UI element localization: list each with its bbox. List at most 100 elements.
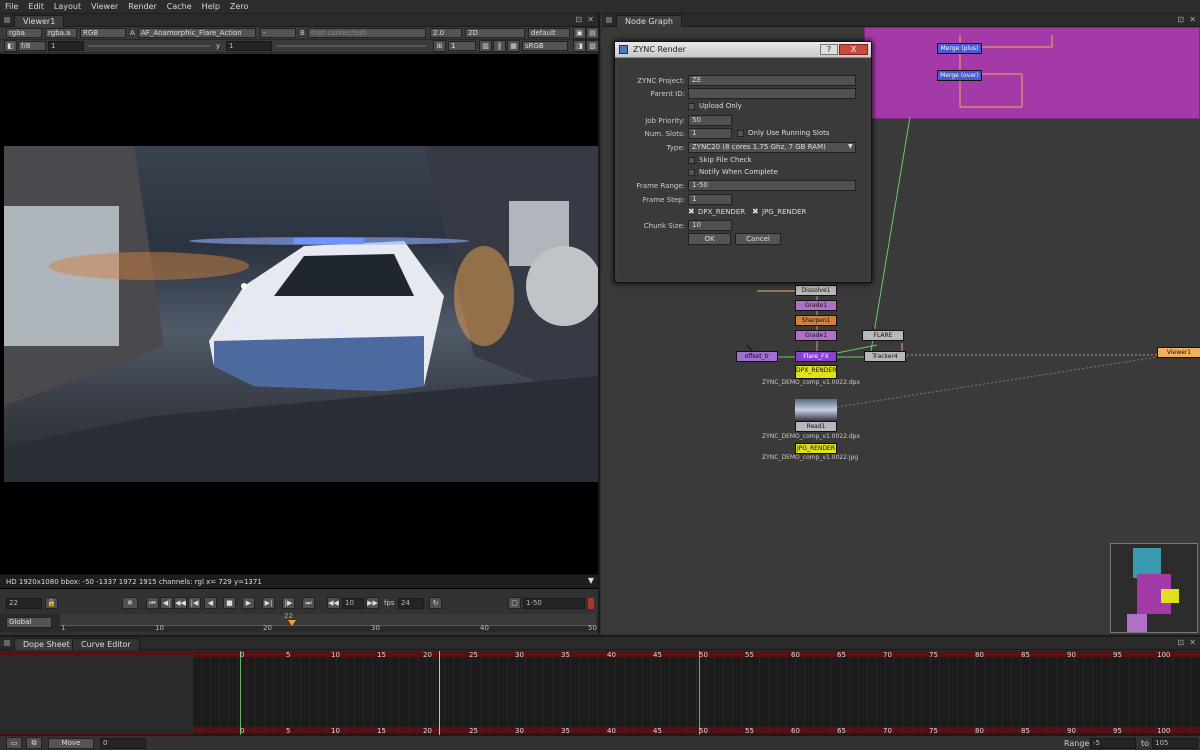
parent-input[interactable] bbox=[688, 88, 856, 99]
loop-icon[interactable]: ↻ bbox=[429, 597, 442, 609]
zoom-select[interactable]: 2.0 bbox=[430, 28, 462, 38]
cancel-button[interactable]: Cancel bbox=[735, 233, 781, 245]
dpx-render-node[interactable]: DPX_RENDER bbox=[795, 365, 837, 379]
timeline-track[interactable] bbox=[60, 614, 596, 626]
proxy-select[interactable]: 1 bbox=[448, 41, 476, 51]
fstop-select[interactable]: f/8 bbox=[18, 41, 46, 51]
menu-edit[interactable]: Edit bbox=[23, 0, 49, 11]
tracker-node[interactable]: Tracker4 bbox=[864, 351, 906, 362]
dopesheet-tree[interactable] bbox=[0, 651, 192, 737]
lock-icon[interactable]: ▣ bbox=[573, 27, 586, 39]
close-icon[interactable]: ✕ bbox=[1189, 15, 1196, 24]
minimap[interactable] bbox=[1110, 543, 1198, 633]
lut-select[interactable]: default bbox=[528, 28, 570, 38]
folder-icon[interactable]: ▭ bbox=[6, 737, 22, 749]
skip-forward-icon[interactable]: ▶▶ bbox=[366, 597, 379, 609]
close-icon[interactable]: ✕ bbox=[587, 15, 594, 24]
type-select[interactable]: ZYNC20 (8 cores 1.75 Ghz, 7 GB RAM) bbox=[688, 142, 856, 153]
fps-field[interactable]: 24 bbox=[398, 598, 424, 609]
view-select[interactable]: 2D bbox=[465, 28, 525, 38]
tab-viewer1[interactable]: Viewer1 bbox=[14, 15, 65, 27]
panel-grip-icon[interactable] bbox=[4, 17, 10, 23]
prev-key-icon[interactable]: ◀| bbox=[160, 597, 173, 609]
gamma-slider[interactable] bbox=[276, 45, 426, 47]
menu-zero[interactable]: Zero bbox=[225, 0, 253, 11]
prev-frame-icon[interactable]: |◀ bbox=[188, 597, 201, 609]
prev-inc-icon[interactable]: ◀◀ bbox=[174, 597, 187, 609]
increment-field[interactable]: 10 bbox=[342, 598, 364, 609]
float-icon[interactable]: ⊡ bbox=[575, 15, 582, 24]
channel-lock-icon[interactable]: ◨ bbox=[573, 40, 586, 52]
ok-button[interactable]: OK bbox=[688, 233, 731, 245]
menu-layout[interactable]: Layout bbox=[49, 0, 86, 11]
read-node[interactable]: Read1 bbox=[795, 421, 837, 432]
step-input[interactable]: 1 bbox=[688, 194, 732, 205]
close-icon[interactable]: ✕ bbox=[1189, 638, 1196, 647]
help-button[interactable]: ? bbox=[820, 44, 838, 55]
next-frame-icon[interactable]: ▶| bbox=[262, 597, 275, 609]
range-from-field[interactable]: -5 bbox=[1090, 738, 1136, 749]
status-menu-icon[interactable]: ▼ bbox=[588, 576, 594, 585]
sharpen-node[interactable]: Sharpen1 bbox=[795, 315, 837, 326]
global-select[interactable]: Global bbox=[6, 617, 52, 628]
gain-slider[interactable] bbox=[88, 45, 210, 47]
frame-field[interactable]: 22 bbox=[6, 598, 42, 609]
float-icon[interactable]: ⊡ bbox=[1177, 15, 1184, 24]
flare-fx-node[interactable]: Flare_FX bbox=[795, 351, 837, 362]
wipe-icon[interactable]: ▤ bbox=[586, 27, 599, 39]
channel2-select[interactable]: rgba.a bbox=[45, 28, 77, 38]
viewer-node[interactable]: Viewer1 bbox=[1157, 347, 1200, 358]
tab-node-graph[interactable]: Node Graph bbox=[616, 15, 682, 27]
stop-icon[interactable]: ■ bbox=[223, 597, 236, 609]
menu-help[interactable]: Help bbox=[197, 0, 225, 11]
menu-render[interactable]: Render bbox=[123, 0, 161, 11]
playhead-icon[interactable] bbox=[288, 620, 296, 626]
upload-only-checkbox[interactable] bbox=[688, 103, 695, 110]
zebra-icon[interactable]: ▥ bbox=[479, 40, 492, 52]
float-icon[interactable]: ⊡ bbox=[1177, 638, 1184, 647]
running-slots-checkbox[interactable] bbox=[737, 130, 744, 137]
viewer-timeline[interactable]: Global 1 10 20 30 40 50 22 bbox=[0, 612, 598, 632]
close-button[interactable]: X bbox=[839, 44, 868, 55]
slots-input[interactable]: 1 bbox=[688, 128, 732, 139]
merge-over-node[interactable]: Merge (over) bbox=[937, 70, 982, 81]
jpg-render-node[interactable]: JPG_RENDER bbox=[795, 443, 837, 454]
range-toggle-icon[interactable]: ▢ bbox=[508, 597, 521, 609]
menu-viewer[interactable]: Viewer bbox=[86, 0, 123, 11]
tab-curve-editor[interactable]: Curve Editor bbox=[72, 638, 140, 650]
input-a-select[interactable]: AF_Anamorphic_Flare_Action bbox=[138, 28, 256, 38]
write2-checkbox[interactable]: ✖ bbox=[752, 207, 759, 216]
channels-select[interactable]: rgba bbox=[6, 28, 42, 38]
first-frame-icon[interactable]: ⏮ bbox=[146, 597, 159, 609]
viewer-canvas[interactable] bbox=[0, 54, 598, 589]
dopesheet-track[interactable]: 0 5 10 15 20 25 30 35 40 45 50 55 60 65 … bbox=[193, 651, 1200, 737]
current-frame-marker[interactable]: 22 bbox=[284, 612, 293, 620]
mode-select[interactable]: Move bbox=[48, 738, 94, 749]
play-icon[interactable]: ▶ bbox=[242, 597, 255, 609]
skip-back-icon[interactable]: ◀◀ bbox=[327, 597, 340, 609]
lock-frame-icon[interactable]: 🔒 bbox=[45, 597, 58, 609]
pause-icon[interactable]: ‖ bbox=[493, 40, 506, 52]
input-op-select[interactable]: - bbox=[260, 28, 296, 38]
range-input[interactable]: 1-50 bbox=[688, 180, 856, 191]
write1-checkbox[interactable]: ✖ bbox=[688, 207, 695, 216]
panel-grip-icon[interactable] bbox=[4, 640, 10, 646]
input-b-select[interactable]: (not connected) bbox=[308, 28, 426, 38]
dissolve-node[interactable]: Dissolve1 bbox=[795, 285, 837, 296]
tab-dope-sheet[interactable]: Dope Sheet bbox=[14, 638, 79, 650]
dialog-titlebar[interactable]: ZYNC Render ? X bbox=[615, 42, 871, 58]
dropdown-arrow-icon[interactable]: ▼ bbox=[848, 143, 853, 150]
blur-node[interactable]: Grade1 bbox=[795, 330, 837, 341]
range-to-field[interactable]: 105 bbox=[1152, 738, 1198, 749]
skip-check-checkbox[interactable] bbox=[688, 157, 695, 164]
diag-icon[interactable]: ▧ bbox=[586, 40, 599, 52]
panel-grip-icon[interactable] bbox=[606, 17, 612, 23]
playhead-line[interactable] bbox=[439, 651, 440, 737]
next-key-icon[interactable]: |▶ bbox=[282, 597, 295, 609]
menu-cache[interactable]: Cache bbox=[162, 0, 197, 11]
value-field[interactable]: 0 bbox=[100, 738, 146, 749]
copy-icon[interactable]: ⧉ bbox=[26, 737, 42, 749]
snowflake-icon[interactable]: ❄ bbox=[122, 597, 138, 609]
roi-icon[interactable]: ⊞ bbox=[433, 40, 446, 52]
stripe-icon[interactable]: ▦ bbox=[507, 40, 520, 52]
